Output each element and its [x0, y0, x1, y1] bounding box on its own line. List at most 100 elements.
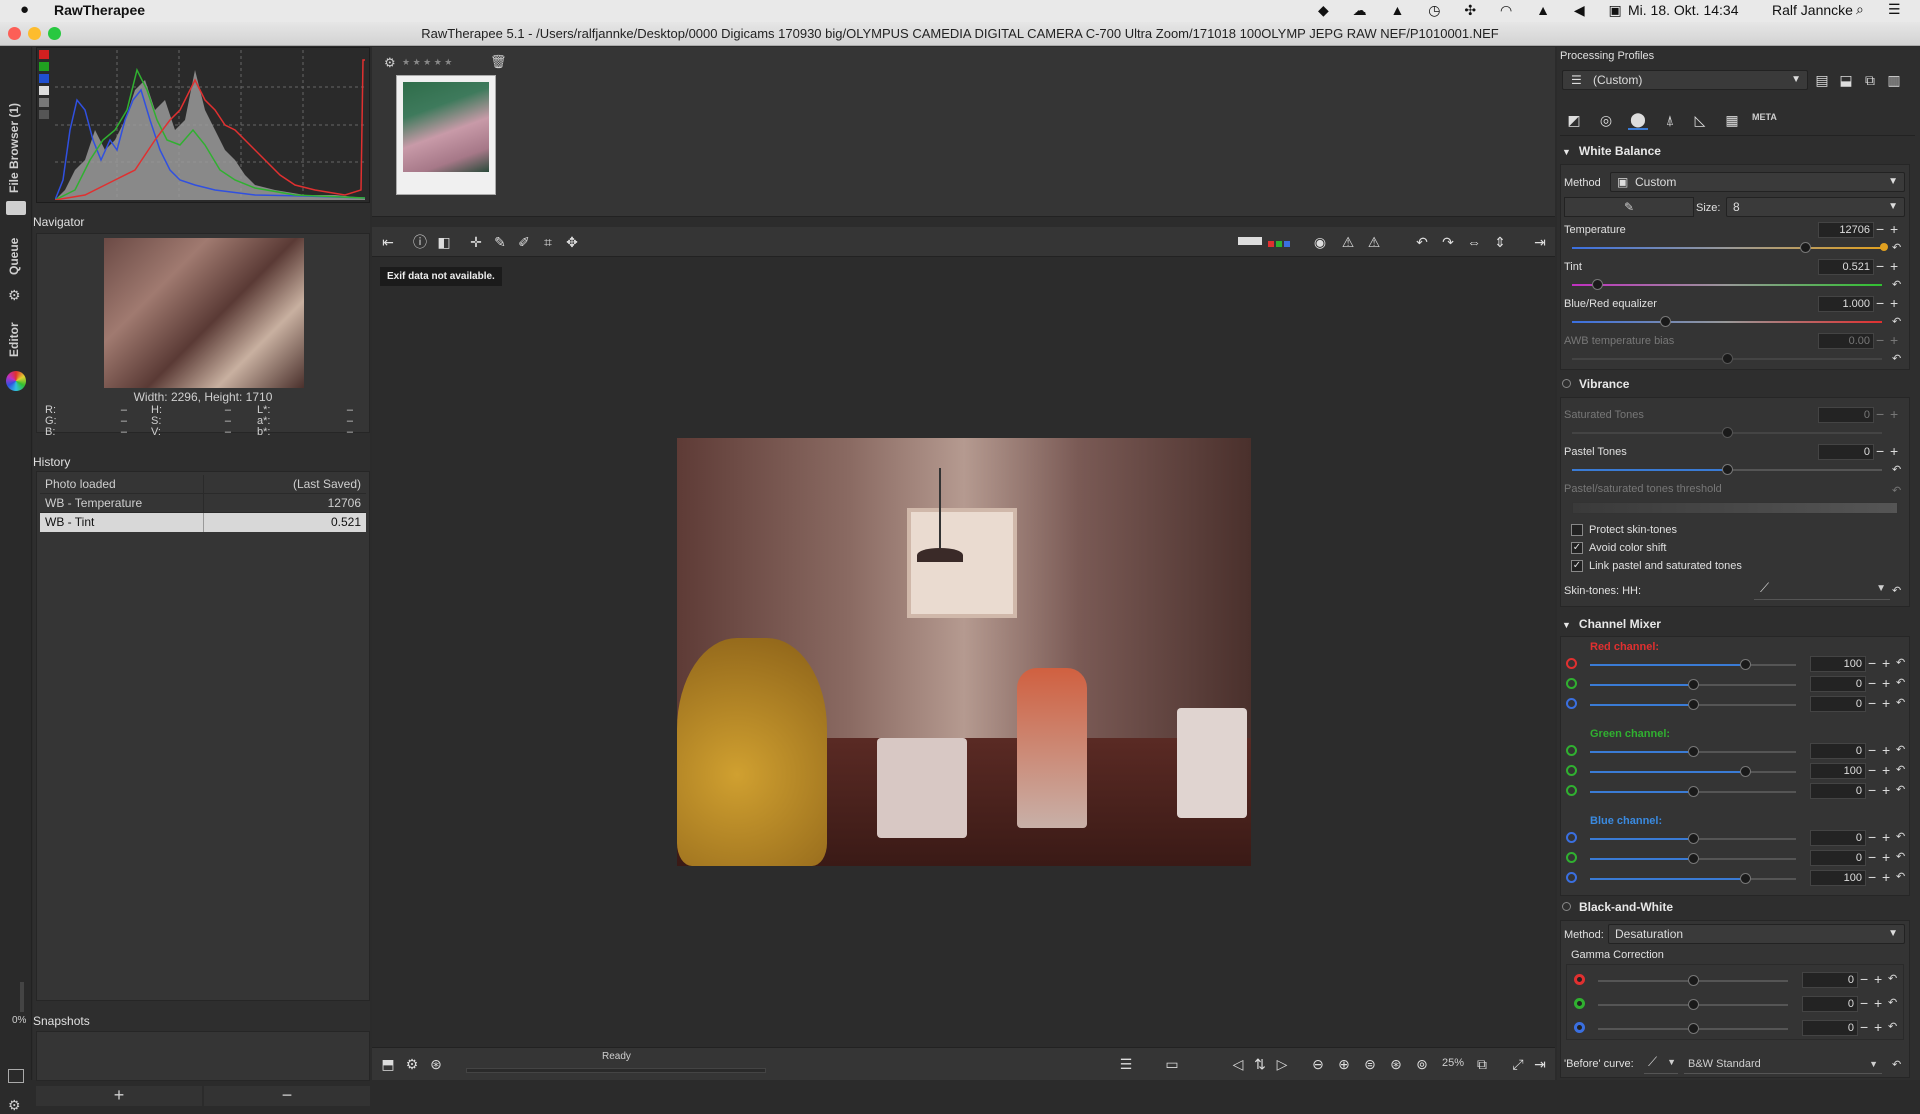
external-editor-icon[interactable]: ⊛	[426, 1054, 446, 1074]
temperature-reset-dot[interactable]	[1880, 243, 1888, 251]
mixer-reset-icon[interactable]: ↶	[1896, 870, 1905, 884]
gamma-slider[interactable]	[1598, 999, 1788, 1010]
mixer-plus[interactable]: +	[1882, 783, 1890, 797]
awb-bias-minus[interactable]: −	[1876, 333, 1884, 347]
user-name[interactable]: Ralf Janncke	[1772, 2, 1853, 18]
gamma-minus[interactable]: −	[1860, 996, 1868, 1010]
mixer-slider[interactable]	[1590, 786, 1796, 797]
saturated-tones-knob[interactable]	[1722, 427, 1733, 438]
awb-bias-reset-icon[interactable]: ↶	[1892, 352, 1901, 366]
mixer-slider[interactable]	[1590, 766, 1796, 777]
wb-method-dropdown[interactable]: ▣ Custom ▼	[1610, 172, 1905, 192]
mixer-knob[interactable]	[1688, 699, 1699, 710]
mixer-plus[interactable]: +	[1882, 743, 1890, 757]
skin-tones-curve-button[interactable]: ⟋ ▼	[1754, 580, 1890, 600]
apple-icon[interactable]: ●	[20, 1, 29, 18]
mixer-reset-icon[interactable]: ↶	[1896, 783, 1905, 797]
histogram-red-toggle[interactable]	[39, 50, 49, 59]
mixer-reset-icon[interactable]: ↶	[1896, 743, 1905, 757]
mixer-slider[interactable]	[1590, 873, 1796, 884]
history-list[interactable]: Photo loaded (Last Saved) WB - Temperatu…	[36, 471, 370, 1001]
fullscreen-icon[interactable]: ⤢	[1508, 1054, 1528, 1074]
tint-knob[interactable]	[1592, 279, 1603, 290]
before-curve-button[interactable]: ⟋ ▼	[1644, 1054, 1678, 1074]
next-image-icon[interactable]: ▷	[1272, 1054, 1292, 1074]
mixer-minus[interactable]: −	[1868, 850, 1876, 864]
histogram-raw-toggle[interactable]	[39, 110, 49, 119]
gamma-reset-icon[interactable]: ↶	[1888, 996, 1897, 1010]
gamma-knob[interactable]	[1688, 999, 1699, 1010]
queue-add-icon[interactable]: ⚙	[402, 1054, 422, 1074]
avoid-color-shift-checkbox[interactable]: ✓	[1571, 542, 1583, 554]
gamma-plus[interactable]: +	[1874, 972, 1882, 986]
preview-mode-buttons[interactable]	[1238, 235, 1298, 249]
tab-details-icon[interactable]: ◎	[1596, 110, 1616, 130]
pastel-tones-knob[interactable]	[1722, 464, 1733, 475]
mixer-reset-icon[interactable]: ↶	[1896, 696, 1905, 710]
rotate-right-icon[interactable]: ↷	[1438, 232, 1458, 252]
wb-spot-picker[interactable]: ✎	[1564, 197, 1694, 217]
skin-tones-reset-icon[interactable]: ↶	[1892, 584, 1901, 598]
mixer-value[interactable]: 0	[1810, 783, 1866, 799]
protect-skin-checkbox[interactable]	[1571, 524, 1583, 536]
tint-reset-icon[interactable]: ↶	[1892, 278, 1901, 292]
black-and-white-header[interactable]: Black-and-White	[1562, 900, 1908, 914]
threshold-slider[interactable]	[1572, 502, 1898, 514]
histogram[interactable]	[36, 47, 370, 203]
tint-minus[interactable]: −	[1876, 259, 1884, 273]
navigator-preview[interactable]: Width: 2296, Height: 1710 R: – H: – L*: – G: –…	[36, 233, 370, 438]
color-wheel-icon[interactable]	[6, 371, 26, 391]
gamma-minus[interactable]: −	[1860, 972, 1868, 986]
mixer-minus[interactable]: −	[1868, 783, 1876, 797]
mixer-reset-icon[interactable]: ↶	[1896, 656, 1905, 670]
mixer-minus[interactable]: −	[1868, 743, 1876, 757]
mixer-slider[interactable]	[1590, 833, 1796, 844]
gamma-slider[interactable]	[1598, 975, 1788, 986]
blue-red-knob[interactable]	[1660, 316, 1671, 327]
link-tones-checkbox[interactable]: ✓	[1571, 560, 1583, 572]
gears-icon[interactable]: ⚙	[8, 287, 21, 304]
hide-left-panel-icon[interactable]: ⇤	[378, 232, 398, 252]
filmstrip-toggle-icon[interactable]: ▭	[1162, 1054, 1182, 1074]
thumbnail-frame[interactable]	[396, 75, 496, 195]
mixer-knob[interactable]	[1740, 873, 1751, 884]
tab-editor[interactable]: Editor	[7, 322, 21, 357]
clock[interactable]: Mi. 18. Okt. 14:34	[1628, 2, 1739, 18]
pastel-tones-value[interactable]: 0	[1818, 444, 1874, 460]
mixer-minus[interactable]: −	[1868, 870, 1876, 884]
threshold-reset-icon[interactable]: ↶	[1892, 484, 1901, 498]
blue-red-value[interactable]: 1.000	[1818, 296, 1874, 312]
tab-exposure-icon[interactable]: ◩	[1564, 110, 1584, 130]
navigator-thumbnail[interactable]	[104, 238, 304, 388]
pastel-tones-reset-icon[interactable]: ↶	[1892, 463, 1901, 477]
mixer-minus[interactable]: −	[1868, 696, 1876, 710]
curve-type-dropdown[interactable]: B&W Standard ▼	[1684, 1054, 1882, 1074]
sync-icon[interactable]: ⇅	[1250, 1054, 1270, 1074]
mixer-plus[interactable]: +	[1882, 830, 1890, 844]
color-picker-icon[interactable]: ✐	[514, 232, 534, 252]
paste-profile-icon[interactable]: ▥	[1884, 70, 1904, 90]
zoom-in-icon[interactable]: ⊕	[1334, 1054, 1354, 1074]
temperature-minus[interactable]: −	[1876, 222, 1884, 236]
tab-advanced-icon[interactable]: ⍋	[1660, 110, 1680, 130]
pastel-tones-plus[interactable]: +	[1890, 444, 1898, 458]
mixer-slider[interactable]	[1590, 746, 1796, 757]
awb-bias-slider[interactable]	[1572, 353, 1882, 364]
mixer-value[interactable]: 0	[1810, 743, 1866, 759]
histogram-luma-toggle[interactable]	[39, 86, 49, 95]
menu-icon[interactable]: ☰	[1888, 1, 1901, 18]
tab-raw-icon[interactable]: ▦	[1722, 110, 1742, 130]
mixer-reset-icon[interactable]: ↶	[1896, 676, 1905, 690]
mixer-reset-icon[interactable]: ↶	[1896, 830, 1905, 844]
panel-toggle-icon[interactable]	[8, 1069, 24, 1083]
mixer-minus[interactable]: −	[1868, 830, 1876, 844]
mixer-slider[interactable]	[1590, 853, 1796, 864]
filmstrip-gear-icon[interactable]: ⚙	[384, 55, 396, 71]
tint-value[interactable]: 0.521	[1818, 259, 1874, 275]
zoom-out-icon[interactable]: ⊖	[1308, 1054, 1328, 1074]
wb-size-dropdown[interactable]: 8 ▼	[1726, 197, 1905, 217]
info-icon[interactable]: ⓘ	[410, 232, 430, 252]
blue-red-slider[interactable]	[1572, 316, 1882, 327]
histogram-green-toggle[interactable]	[39, 62, 49, 71]
mixer-minus[interactable]: −	[1868, 676, 1876, 690]
